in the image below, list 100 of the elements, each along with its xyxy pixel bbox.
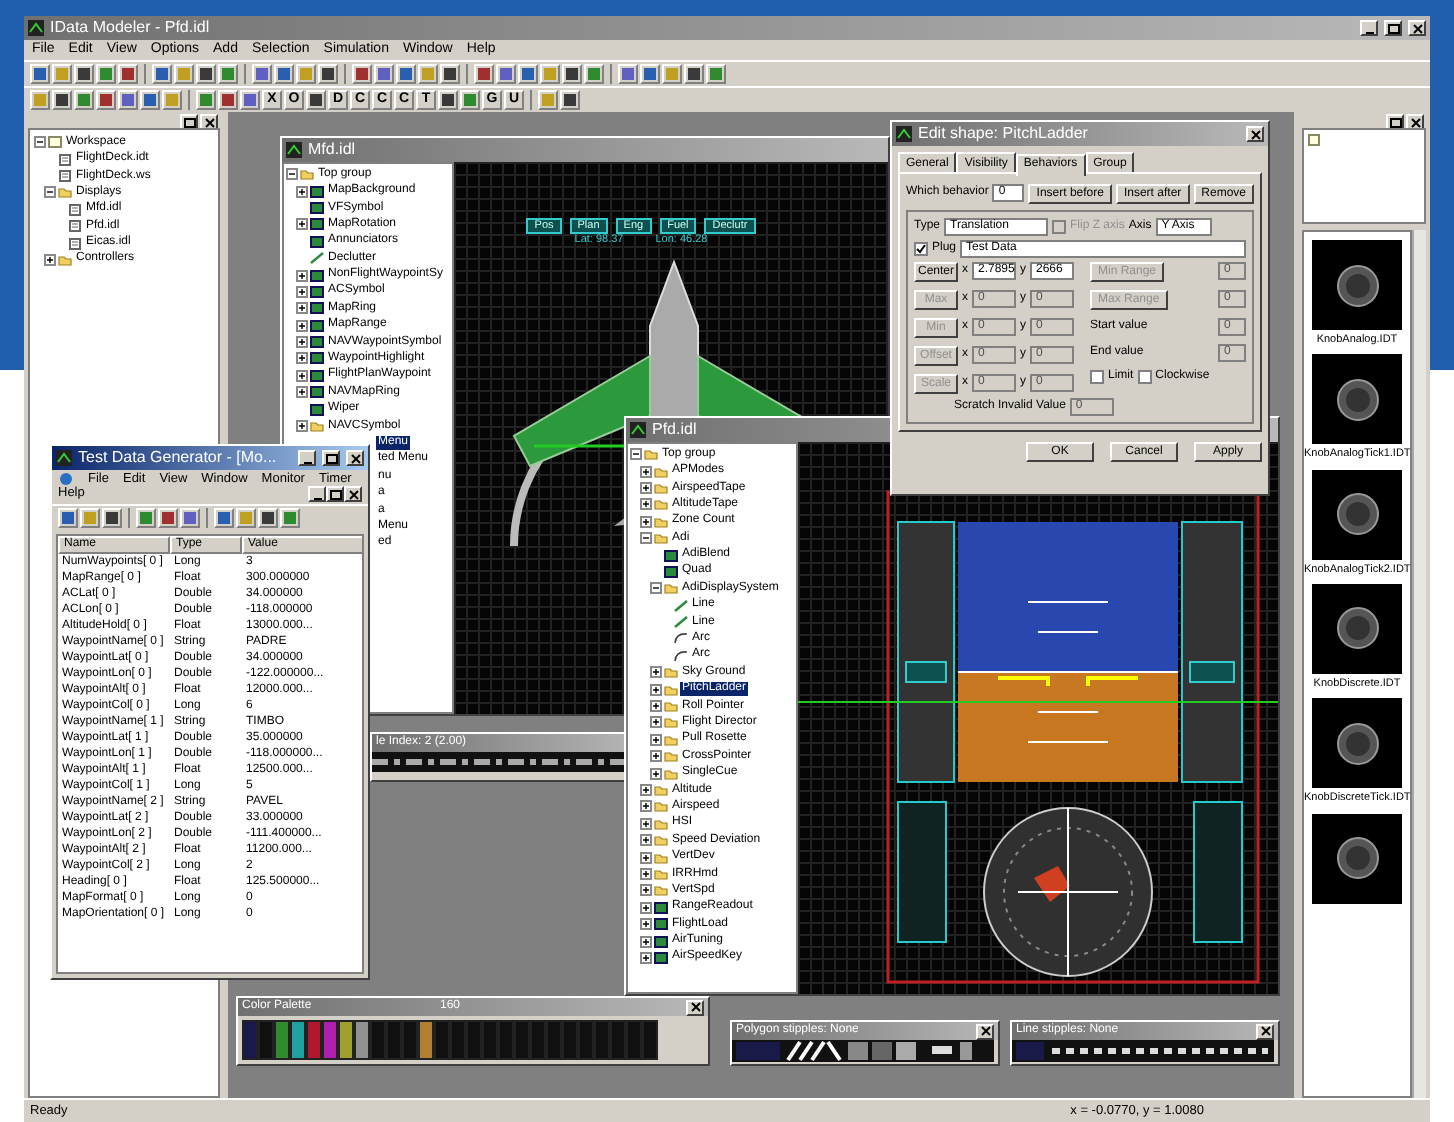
- close-button[interactable]: [1256, 1023, 1274, 1039]
- color-swatch[interactable]: [274, 1020, 290, 1060]
- expand-icon[interactable]: [650, 700, 662, 713]
- line-icon: [674, 599, 688, 612]
- toolbar-button[interactable]: [102, 508, 122, 529]
- color-swatch[interactable]: [418, 1020, 434, 1060]
- expand-icon[interactable]: [296, 185, 308, 198]
- expand-icon[interactable]: [650, 716, 662, 729]
- collapse-icon[interactable]: [286, 168, 298, 181]
- expand-icon[interactable]: [640, 918, 652, 931]
- close-button[interactable]: [686, 999, 704, 1015]
- knob-thumbnail[interactable]: [1312, 354, 1402, 445]
- knob-thumbnail[interactable]: [1312, 813, 1402, 904]
- expand-icon[interactable]: [640, 800, 652, 813]
- expand-icon[interactable]: [296, 369, 308, 382]
- expand-icon[interactable]: [296, 269, 308, 282]
- color-swatch[interactable]: [466, 1020, 482, 1060]
- color-swatch[interactable]: [642, 1020, 658, 1060]
- collapse-icon[interactable]: [630, 448, 642, 461]
- minimize-button[interactable]: [1360, 20, 1378, 36]
- close-button[interactable]: [346, 450, 364, 466]
- color-swatch[interactable]: [594, 1020, 610, 1060]
- folder-icon: [664, 582, 678, 595]
- toolbar-button[interactable]: [258, 508, 278, 529]
- expand-icon[interactable]: [640, 498, 652, 511]
- color-swatch[interactable]: [258, 1020, 274, 1060]
- expand-icon[interactable]: [296, 420, 308, 433]
- folder-icon: [58, 253, 72, 266]
- knob-thumbnail[interactable]: [1312, 469, 1402, 560]
- color-swatch[interactable]: [354, 1020, 370, 1060]
- maximize-icon: [1387, 23, 1399, 33]
- color-swatch[interactable]: [242, 1020, 258, 1060]
- toolbar-button[interactable]: [158, 508, 178, 529]
- expand-icon[interactable]: [650, 767, 662, 780]
- expand-icon[interactable]: [650, 666, 662, 679]
- collapse-icon[interactable]: [34, 136, 46, 149]
- expand-icon[interactable]: [296, 352, 308, 365]
- expand-icon[interactable]: [640, 481, 652, 494]
- toolbar-button[interactable]: [180, 508, 200, 529]
- collapse-icon[interactable]: [650, 582, 662, 595]
- expand-icon[interactable]: [296, 336, 308, 349]
- expand-icon[interactable]: [640, 935, 652, 948]
- color-swatch[interactable]: [386, 1020, 402, 1060]
- color-swatch[interactable]: [530, 1020, 546, 1060]
- minimize-button[interactable]: [308, 486, 326, 503]
- maximize-button[interactable]: [322, 450, 340, 466]
- expand-icon[interactable]: [640, 834, 652, 847]
- expand-icon[interactable]: [296, 319, 308, 332]
- close-button[interactable]: [344, 486, 362, 503]
- expand-icon[interactable]: [296, 386, 308, 399]
- color-swatch[interactable]: [514, 1020, 530, 1060]
- color-swatch[interactable]: [402, 1020, 418, 1060]
- toolbar-button[interactable]: [58, 508, 78, 529]
- expand-icon[interactable]: [296, 285, 308, 298]
- color-swatch[interactable]: [626, 1020, 642, 1060]
- color-swatch[interactable]: [610, 1020, 626, 1060]
- checkbox[interactable]: [914, 241, 928, 256]
- collapse-icon[interactable]: [640, 532, 652, 545]
- checkbox[interactable]: [1137, 369, 1152, 384]
- expand-icon[interactable]: [640, 851, 652, 864]
- color-swatch[interactable]: [450, 1020, 466, 1060]
- expand-icon[interactable]: [650, 750, 662, 763]
- expand-icon[interactable]: [640, 817, 652, 830]
- color-swatch[interactable]: [322, 1020, 338, 1060]
- color-swatch[interactable]: [578, 1020, 594, 1060]
- expand-icon[interactable]: [640, 465, 652, 478]
- color-swatch[interactable]: [562, 1020, 578, 1060]
- color-swatch[interactable]: [482, 1020, 498, 1060]
- expand-icon[interactable]: [650, 683, 662, 696]
- expand-icon[interactable]: [296, 302, 308, 315]
- color-swatch[interactable]: [434, 1020, 450, 1060]
- expand-icon[interactable]: [640, 951, 652, 964]
- color-swatch[interactable]: [546, 1020, 562, 1060]
- expand-icon[interactable]: [640, 901, 652, 914]
- expand-icon[interactable]: [640, 784, 652, 796]
- color-swatch[interactable]: [290, 1020, 306, 1060]
- close-button[interactable]: [976, 1023, 994, 1039]
- color-swatch[interactable]: [306, 1020, 322, 1060]
- color-swatch[interactable]: [370, 1020, 386, 1060]
- expand-icon[interactable]: [296, 218, 308, 231]
- maximize-button[interactable]: [1384, 20, 1402, 36]
- expand-icon[interactable]: [640, 884, 652, 897]
- knob-thumbnail[interactable]: [1312, 698, 1402, 789]
- close-button[interactable]: [1246, 126, 1264, 142]
- scrollbar[interactable]: [1412, 230, 1426, 1098]
- toolbar-button[interactable]: [214, 508, 234, 529]
- expand-icon[interactable]: [640, 515, 652, 528]
- collapse-icon[interactable]: [44, 186, 56, 199]
- color-swatch[interactable]: [338, 1020, 354, 1060]
- checkbox[interactable]: [1090, 369, 1104, 384]
- knob-thumbnail[interactable]: [1312, 583, 1402, 674]
- knob-thumbnail[interactable]: [1312, 240, 1402, 330]
- minimize-button[interactable]: [298, 450, 316, 466]
- expand-icon[interactable]: [650, 733, 662, 746]
- expand-icon[interactable]: [640, 867, 652, 880]
- window-title: Edit shape: PitchLadder: [918, 124, 1090, 144]
- color-swatch[interactable]: [498, 1020, 514, 1060]
- close-button[interactable]: [1408, 20, 1426, 36]
- maximize-button[interactable]: [326, 486, 344, 503]
- expand-icon[interactable]: [44, 253, 56, 266]
